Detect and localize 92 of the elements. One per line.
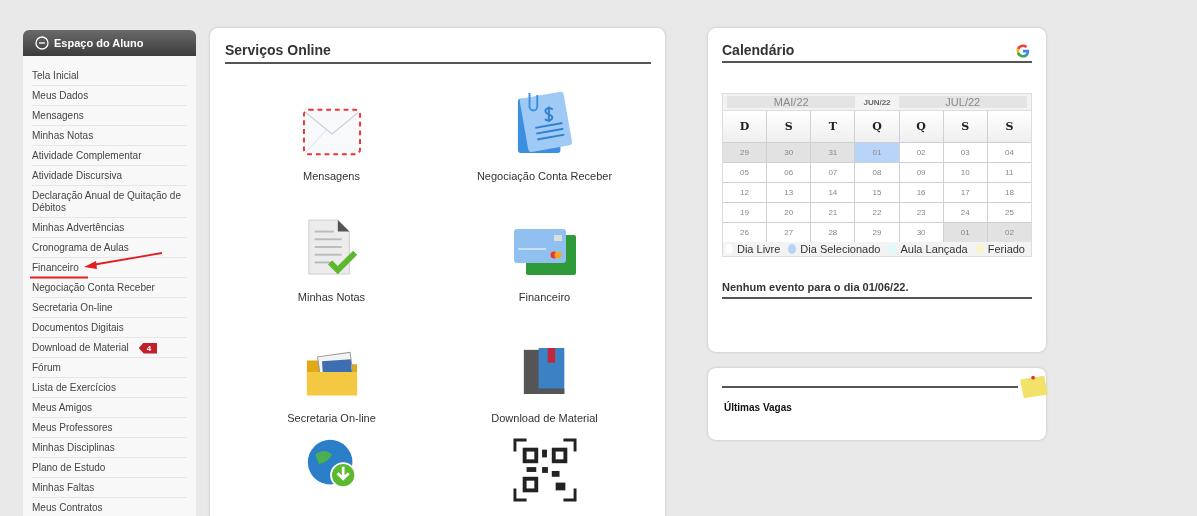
sidebar-link[interactable]: Documentos Digitais [32, 322, 124, 334]
weekday-header: Q [899, 111, 943, 142]
calendar-day[interactable]: 02 [987, 223, 1031, 242]
calendar-day[interactable]: 30 [899, 223, 943, 242]
sidebar-title: Espaço do Aluno [54, 37, 144, 49]
sidebar-link[interactable]: Meus Amigos [32, 402, 93, 414]
calendar-day[interactable]: 26 [723, 223, 767, 242]
folder-icon[interactable] [304, 350, 359, 398]
calendar-day[interactable]: 01 [855, 143, 899, 162]
collapse-icon[interactable] [35, 36, 49, 50]
sidebar-link[interactable]: Atividade Complementar [32, 150, 142, 162]
calendar-day[interactable]: 15 [855, 183, 899, 202]
sticky-note-icon [1018, 374, 1050, 400]
weekday-header: T [811, 111, 855, 142]
calendar-day[interactable]: 02 [899, 143, 943, 162]
current-month-label: JUN/22 [862, 97, 892, 107]
envelope-icon[interactable] [302, 108, 361, 156]
calendar-day[interactable]: 14 [811, 183, 855, 202]
sidebar-link[interactable]: Declaração Anual de Quitação de Débitos [32, 190, 187, 214]
sidebar-link[interactable]: Tela Inicial [32, 70, 79, 82]
calendar-day[interactable]: 08 [855, 163, 899, 182]
weekday-header: S [987, 111, 1031, 142]
calendar-day[interactable]: 06 [767, 163, 811, 182]
sidebar-link[interactable]: Minhas Disciplinas [32, 442, 115, 454]
legend-label: Dia Selecionado [800, 243, 881, 255]
calendar-day[interactable]: 05 [723, 163, 767, 182]
weekday-header: Q [855, 111, 899, 142]
google-logo-icon[interactable] [1016, 44, 1030, 58]
calendar-day[interactable]: 03 [943, 143, 987, 162]
panel-title: Calendário [722, 42, 795, 60]
sidebar-link[interactable]: Minhas Advertências [32, 222, 125, 234]
panel-title: Últimas Vagas [724, 402, 793, 413]
sidebar-link[interactable]: Plano de Estudo [32, 462, 106, 474]
weekday-header: S [943, 111, 987, 142]
calendar-day[interactable]: 31 [811, 143, 855, 162]
calendar-day[interactable]: 18 [987, 183, 1031, 202]
panel-title: Serviços Online [225, 42, 651, 64]
sidebar-link[interactable]: Mensagens [32, 110, 84, 122]
sidebar-link[interactable]: Fórum [32, 362, 61, 374]
credit-card-icon[interactable] [511, 227, 578, 277]
calendar-day[interactable]: 24 [943, 203, 987, 222]
legend-label: Dia Livre [736, 243, 781, 255]
sidebar-link[interactable]: Negociação Conta Receber [32, 282, 155, 294]
sidebar-link[interactable]: Download de Material [32, 342, 129, 354]
service-link[interactable]: Secretaria On-line [287, 412, 376, 424]
calendar-day[interactable]: 11 [987, 163, 1031, 182]
calendar-day[interactable]: 21 [811, 203, 855, 222]
weekday-header: D [723, 111, 767, 142]
legend-label: Feriado [987, 243, 1025, 255]
globe-download-icon[interactable] [305, 438, 358, 490]
calendar-day[interactable]: 19 [723, 203, 767, 222]
service-link[interactable]: Minhas Notas [297, 291, 366, 303]
sidebar-link[interactable]: Minhas Notas [32, 130, 94, 142]
calendar-day[interactable]: 27 [767, 223, 811, 242]
calendar-day[interactable]: 17 [943, 183, 987, 202]
calendar-day[interactable]: 25 [987, 203, 1031, 222]
sidebar-link[interactable]: Atividade Discursiva [32, 170, 123, 182]
legend-label: Aula Lançada [900, 243, 968, 255]
calendar-day[interactable]: 29 [855, 223, 899, 242]
events-message: Nenhum evento para o dia 01/06/22. [722, 281, 1032, 299]
calendar-day[interactable]: 13 [767, 183, 811, 202]
calendar-day[interactable]: 29 [723, 143, 767, 162]
sidebar-link[interactable]: Lista de Exercícios [32, 382, 116, 394]
qr-code-icon[interactable] [512, 438, 577, 502]
calendar-day[interactable]: 12 [723, 183, 767, 202]
service-link[interactable]: Download de Material [491, 412, 598, 424]
calendar-day[interactable]: 22 [855, 203, 899, 222]
calendar-day[interactable]: 07 [811, 163, 855, 182]
sidebar-link[interactable]: Cronograma de Aulas [32, 242, 129, 254]
calendar-day[interactable]: 10 [943, 163, 987, 182]
sidebar-link[interactable]: Meus Professores [32, 422, 113, 434]
weekday-header: S [767, 111, 811, 142]
next-month-button[interactable]: JUL/22 [898, 96, 1027, 108]
calendar-day[interactable]: 28 [811, 223, 855, 242]
count-badge: 4 [138, 342, 158, 354]
service-link[interactable]: Mensagens [303, 170, 360, 182]
previous-month-button[interactable]: MAI/22 [727, 96, 856, 108]
sidebar-link[interactable]: Meus Dados [32, 90, 89, 102]
calendar-day[interactable]: 16 [899, 183, 943, 202]
invoice-icon[interactable] [515, 90, 574, 156]
sidebar-link[interactable]: Meus Contratos [32, 502, 103, 514]
calendar-day[interactable]: 09 [899, 163, 943, 182]
sidebar-link[interactable]: Financeiro [32, 262, 79, 274]
calendar-day[interactable]: 01 [943, 223, 987, 242]
calendar-day[interactable]: 23 [899, 203, 943, 222]
calendar-day[interactable]: 30 [767, 143, 811, 162]
service-link[interactable]: Negociação Conta Receber [476, 170, 613, 182]
sidebar-link[interactable]: Minhas Faltas [32, 482, 95, 494]
calendar-day[interactable]: 20 [767, 203, 811, 222]
sidebar-link[interactable]: Secretaria On-line [32, 302, 113, 314]
service-link[interactable]: Financeiro [518, 291, 571, 303]
calendar-day[interactable]: 04 [987, 143, 1031, 162]
